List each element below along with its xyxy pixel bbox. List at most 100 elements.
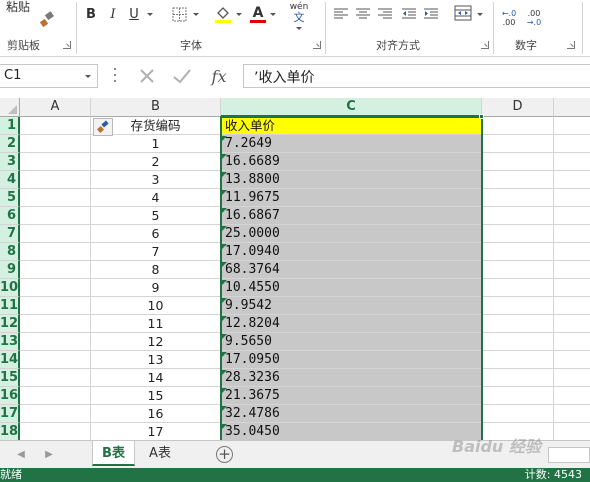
row-header[interactable]: 13 [0, 333, 20, 351]
bold-button[interactable]: B [83, 6, 99, 22]
cell-d[interactable] [482, 135, 554, 153]
borders-dropdown-icon[interactable] [193, 13, 199, 16]
paste-options-icon[interactable] [93, 118, 113, 136]
cell-b-code[interactable]: 14 [91, 369, 221, 387]
cell-b-code[interactable]: 6 [91, 225, 221, 243]
row-header[interactable]: 11 [0, 297, 20, 315]
fill-color-icon[interactable] [213, 3, 233, 25]
cell-a[interactable] [20, 225, 91, 243]
tab-b-sheet[interactable]: B表 [92, 441, 135, 466]
cancel-entry-icon[interactable] [134, 64, 160, 88]
cell-a[interactable] [20, 189, 91, 207]
next-sheet-icon[interactable]: ▶ [42, 447, 56, 461]
cell-b-code[interactable]: 11 [91, 315, 221, 333]
increase-decimal-icon[interactable]: ←.0.00 [498, 8, 520, 28]
merge-center-icon[interactable] [453, 4, 473, 22]
cell-c-price[interactable]: 21.3675 [221, 387, 482, 405]
row-header[interactable]: 10 [0, 279, 20, 297]
cell-b-code[interactable]: 10 [91, 297, 221, 315]
fill-handle[interactable] [479, 114, 484, 119]
align-right-icon[interactable] [377, 6, 393, 22]
cell-e[interactable] [554, 333, 590, 351]
cell-d[interactable] [482, 387, 554, 405]
number-launcher-icon[interactable] [567, 41, 575, 49]
cell-b-code[interactable]: 13 [91, 351, 221, 369]
name-box-dropdown-icon[interactable] [85, 75, 91, 78]
cell-b-code[interactable]: 1 [91, 135, 221, 153]
cell-a[interactable] [20, 243, 91, 261]
cell-a[interactable] [20, 423, 91, 440]
cell-c-price[interactable]: 7.2649 [221, 135, 482, 153]
cell-a[interactable] [20, 297, 91, 315]
font-color-icon[interactable]: A [249, 3, 267, 25]
cell-c-price[interactable]: 17.0940 [221, 243, 482, 261]
row-header[interactable]: 1 [0, 117, 20, 135]
cell-a[interactable] [20, 171, 91, 189]
fill-color-dropdown-icon[interactable] [236, 13, 242, 16]
row-header[interactable]: 6 [0, 207, 20, 225]
cell-c-price[interactable]: 28.3236 [221, 369, 482, 387]
cell-d[interactable] [482, 351, 554, 369]
font-launcher-icon[interactable] [313, 41, 321, 49]
cell-d[interactable] [482, 315, 554, 333]
cell-e[interactable] [554, 297, 590, 315]
italic-button[interactable]: I [106, 6, 120, 22]
cell-a[interactable] [20, 405, 91, 423]
cell-e[interactable] [554, 405, 590, 423]
cell-d[interactable] [482, 369, 554, 387]
cell-b-code[interactable]: 4 [91, 189, 221, 207]
decrease-decimal-icon[interactable]: .00 →.0 [523, 8, 545, 28]
cell-c-price[interactable]: 11.9675 [221, 189, 482, 207]
cell-b-code[interactable]: 15 [91, 387, 221, 405]
cell-c-price[interactable]: 25.0000 [221, 225, 482, 243]
cell-e[interactable] [554, 369, 590, 387]
decrease-indent-icon[interactable] [401, 6, 417, 22]
cell-d[interactable] [482, 405, 554, 423]
cell-c-price[interactable]: 13.8800 [221, 171, 482, 189]
cell-b-code[interactable]: 16 [91, 405, 221, 423]
cell-e[interactable] [554, 315, 590, 333]
row-header[interactable]: 15 [0, 369, 20, 387]
cell-e[interactable] [554, 279, 590, 297]
row-header[interactable]: 17 [0, 405, 20, 423]
borders-icon[interactable] [170, 5, 188, 23]
confirm-entry-icon[interactable] [169, 64, 195, 88]
phonetic-guide-icon[interactable]: wén 文 [288, 2, 310, 24]
row-header[interactable]: 14 [0, 351, 20, 369]
row-header[interactable]: 16 [0, 387, 20, 405]
cell-d[interactable] [482, 297, 554, 315]
column-header-d[interactable]: D [482, 98, 554, 117]
cell-a[interactable] [20, 117, 91, 135]
row-header[interactable]: 2 [0, 135, 20, 153]
cell-b-code[interactable]: 8 [91, 261, 221, 279]
cell-a[interactable] [20, 207, 91, 225]
align-center-icon[interactable] [355, 6, 371, 22]
cell-d[interactable] [482, 243, 554, 261]
cell-e[interactable] [554, 351, 590, 369]
cell-d[interactable] [482, 171, 554, 189]
cell-d[interactable] [482, 333, 554, 351]
clipboard-launcher-icon[interactable] [63, 41, 71, 49]
add-sheet-icon[interactable]: + [216, 446, 233, 463]
cell-d[interactable] [482, 207, 554, 225]
cell-c-header[interactable]: 收入单价 [221, 117, 482, 135]
column-header-a[interactable]: A [20, 98, 91, 117]
cell-b-code[interactable]: 7 [91, 243, 221, 261]
cell-c-price[interactable]: 16.6689 [221, 153, 482, 171]
cell-d[interactable] [482, 261, 554, 279]
cell-d[interactable] [482, 117, 554, 135]
cell-c-price[interactable]: 12.8204 [221, 315, 482, 333]
cell-e[interactable] [554, 387, 590, 405]
worksheet-grid[interactable]: A B C D 1 存货编码 收入单价 2 1 7.2649 3 2 16.6689 4 3 13.8… [0, 98, 590, 440]
formula-bar-resize-handle[interactable] [113, 68, 116, 82]
cell-b-code[interactable]: 5 [91, 207, 221, 225]
tab-a-sheet[interactable]: A表 [138, 441, 182, 466]
row-header[interactable]: 3 [0, 153, 20, 171]
cell-c-price[interactable]: 9.9542 [221, 297, 482, 315]
cell-e[interactable] [554, 225, 590, 243]
cell-c-price[interactable]: 16.6867 [221, 207, 482, 225]
cell-a[interactable] [20, 369, 91, 387]
row-header[interactable]: 12 [0, 315, 20, 333]
select-all-corner[interactable] [0, 98, 20, 117]
row-header[interactable]: 18 [0, 423, 20, 440]
